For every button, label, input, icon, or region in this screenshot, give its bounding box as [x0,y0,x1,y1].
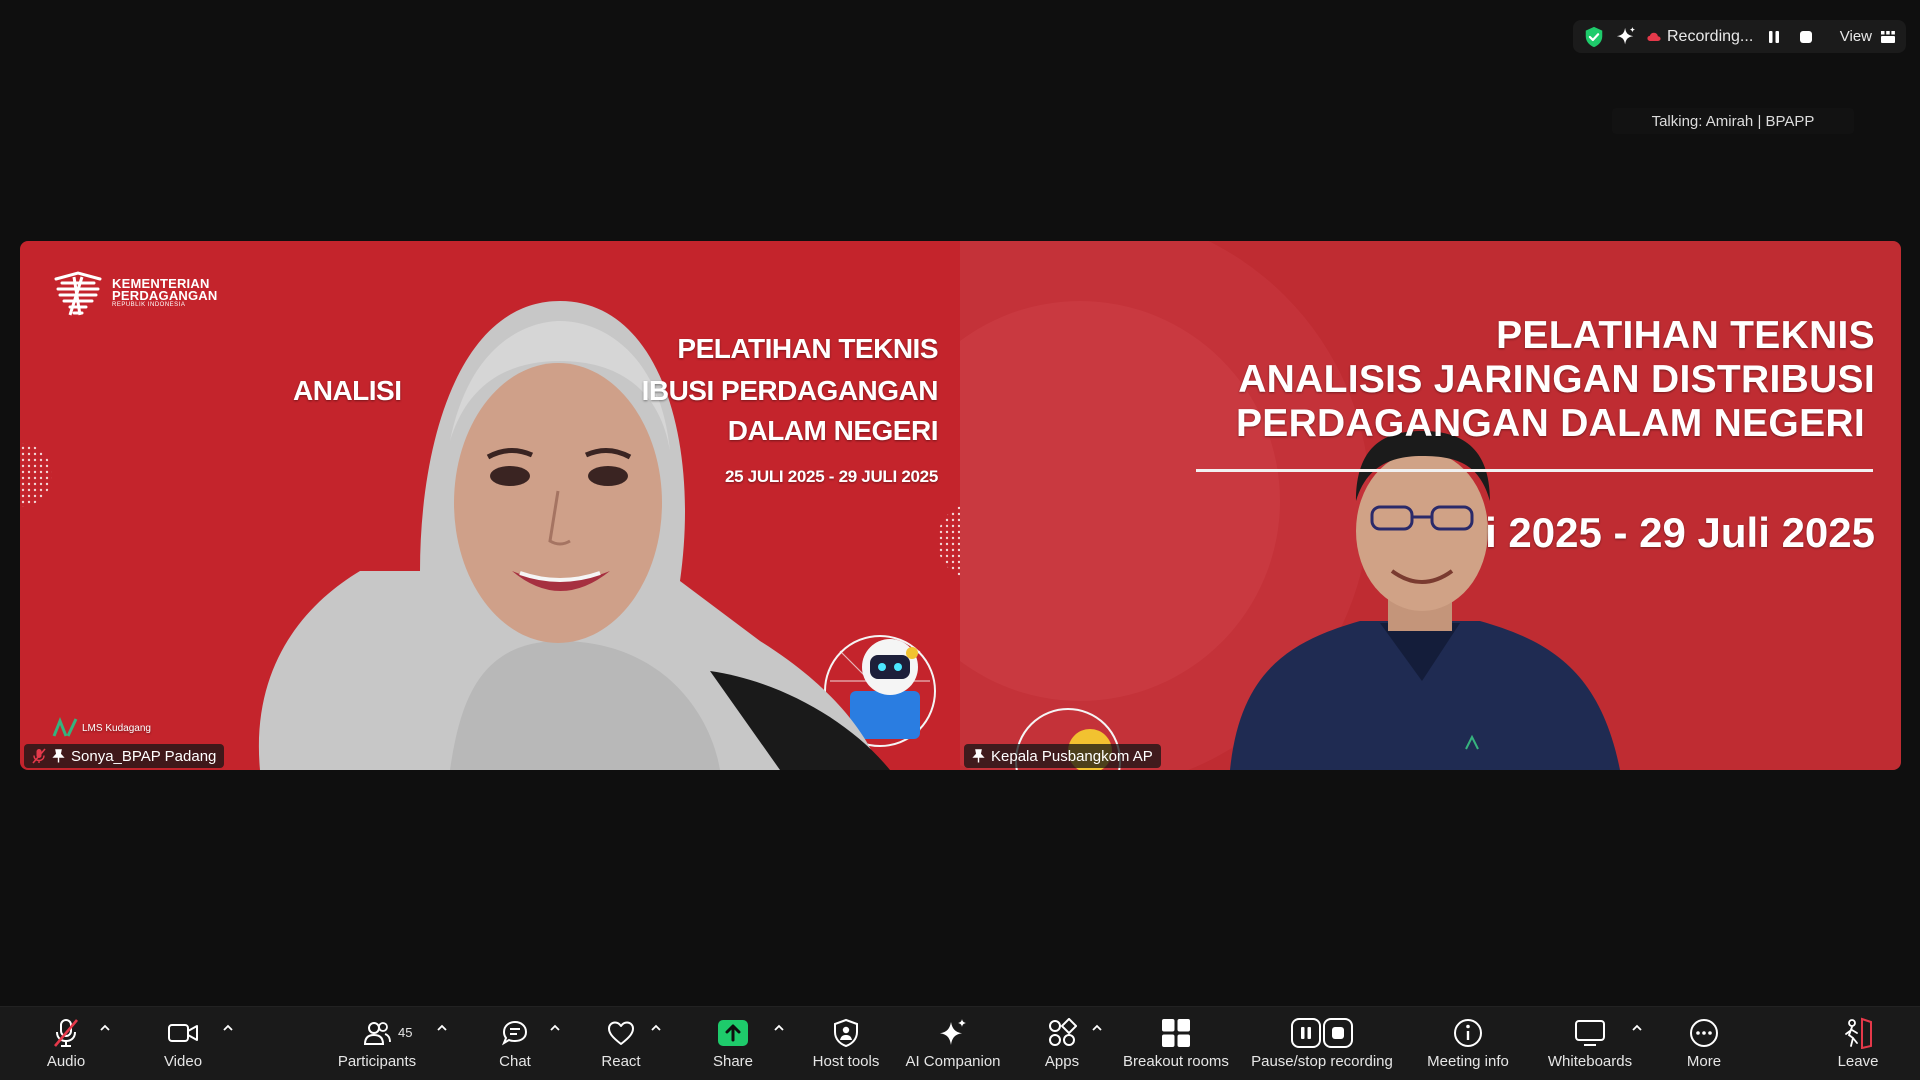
pause-stop-recording-icon [1291,1018,1353,1048]
participant-name-tag: Kepala Pusbangkom AP [964,744,1161,768]
slide-date: 25 JULI 2025 - 29 JULI 2025 [724,467,938,486]
view-menu-button[interactable]: View [1840,28,1896,45]
host-tools-label: Host tools [812,1053,880,1070]
breakout-rooms-button[interactable]: Breakout rooms [1120,1007,1232,1080]
participants-label: Participants [337,1053,417,1070]
lms-logo-text: LMS Kudagang [82,723,151,734]
leave-label: Leave [1837,1053,1879,1070]
spotlight-pin-icon [52,749,65,763]
chat-bubble-icon [501,1020,528,1046]
participants-icon [363,1022,391,1045]
slide-divider-line [1196,469,1873,472]
recording-indicator[interactable]: Recording... [1647,28,1753,46]
stop-recording-button[interactable] [1795,26,1817,48]
host-tools-button[interactable]: Host tools [806,1007,886,1080]
video-label: Video [163,1053,203,1070]
zoom-meeting-window: Recording... View Talking: Amirah | BPAP… [0,0,1920,1080]
slide-title-line-3: DALAM NEGERI [727,415,939,446]
meeting-status-bar: Recording... View [1573,20,1906,53]
info-icon [1454,1019,1482,1047]
muted-microphone-icon [54,1019,78,1047]
video-tile-kepala-pusbangkom[interactable]: PELATIHAN TEKNIS ANALISIS JARINGAN DISTR… [960,241,1901,770]
more-label: More [1686,1053,1722,1070]
whiteboard-icon [1575,1020,1605,1046]
react-options-chevron-up-icon[interactable] [650,1023,662,1033]
apps-grid-icon [1049,1018,1077,1046]
whiteboards-options-chevron-up-icon[interactable] [1631,1023,1643,1033]
meeting-info-label: Meeting info [1427,1053,1509,1070]
participant-name: Kepala Pusbangkom AP [991,747,1153,765]
meeting-info-button[interactable]: Meeting info [1420,1007,1516,1080]
participant-name-tag: Sonya_BPAP Padang [24,744,225,768]
slide-title-line-1: PELATIHAN TEKNIS [1496,314,1875,357]
pause-recording-button[interactable] [1763,26,1785,48]
ai-companion-label: AI Companion [905,1053,1001,1070]
grid-view-icon [1881,30,1895,43]
react-label: React [601,1053,641,1070]
participants-options-chevron-up-icon[interactable] [436,1023,448,1033]
chat-options-chevron-up-icon[interactable] [549,1023,561,1033]
participants-button[interactable]: Participants [334,1007,420,1080]
share-label: Share [712,1053,754,1070]
more-button[interactable]: More [1680,1007,1728,1080]
spotlight-pin-icon [972,749,985,763]
share-button[interactable]: Share [708,1007,758,1080]
breakout-rooms-label: Breakout rooms [1123,1053,1229,1070]
whiteboards-button[interactable]: Whiteboards [1544,1007,1636,1080]
breakout-rooms-icon [1162,1019,1190,1047]
apps-button[interactable]: Apps [1040,1007,1084,1080]
audio-button[interactable]: Audio [38,1007,94,1080]
logo-name-line-2: PERDAGANGAN [112,288,218,303]
host-shield-icon [834,1018,858,1048]
react-button[interactable]: React [598,1007,644,1080]
cloud-recording-icon [1647,32,1661,41]
talking-label: Talking: Amirah | BPAPP [1651,112,1815,130]
slide-title-line-3: PERDAGANGAN DALAM NEGERI [1235,402,1865,445]
meeting-controls-toolbar: Audio Video Participants 45 Chat React S… [0,1006,1920,1080]
slide-title-line-2-right: IBUSI PERDAGANGAN [641,375,939,406]
participants-count-badge: 45 [398,1025,413,1040]
video-camera-icon [168,1024,198,1042]
muted-microphone-icon [32,748,46,764]
chat-label: Chat [499,1053,531,1070]
audio-label: Audio [46,1053,86,1070]
slide-title-line-2-left: ANALISI [293,375,402,406]
ai-companion-button[interactable]: AI Companion [902,1007,1004,1080]
more-ellipsis-icon [1690,1019,1718,1047]
apps-label: Apps [1044,1053,1080,1070]
pause-stop-recording-label: Pause/stop recording [1251,1053,1393,1070]
whiteboards-label: Whiteboards [1547,1053,1633,1070]
pause-stop-recording-button[interactable]: Pause/stop recording [1248,1007,1396,1080]
slide-title-line-2: ANALISIS JARINGAN DISTRIBUSI [1238,358,1875,401]
video-tile-sonya[interactable]: KEMENTERIAN PERDAGANGAN REPUBLIK INDONES… [20,241,960,770]
leave-button[interactable]: Leave [1834,1007,1882,1080]
view-label: View [1839,28,1872,45]
ministry-emblem-icon [54,271,102,316]
kementerian-perdagangan-logo: KEMENTERIAN PERDAGANGAN REPUBLIK INDONES… [52,269,217,317]
ai-sparkle-icon[interactable] [1615,26,1637,48]
participant-video-feed [20,301,960,770]
video-gallery: KEMENTERIAN PERDAGANGAN REPUBLIK INDONES… [20,241,1901,770]
leave-door-icon [1845,1017,1872,1049]
share-screen-icon [718,1020,748,1046]
audio-options-chevron-up-icon[interactable] [99,1023,111,1033]
slide-date: i 2025 - 29 Juli 2025 [1485,509,1875,556]
share-options-chevron-up-icon[interactable] [773,1023,785,1033]
encryption-shield-icon[interactable] [1583,26,1605,48]
slide-title-line-1: PELATIHAN TEKNIS [677,333,938,364]
participant-name: Sonya_BPAP Padang [71,747,217,765]
pause-icon [1769,30,1780,43]
heart-icon [608,1021,634,1045]
recording-label: Recording... [1667,27,1754,45]
chat-button[interactable]: Chat [495,1007,535,1080]
ai-companion-sparkle-icon [940,1019,966,1045]
video-button[interactable]: Video [158,1007,208,1080]
active-speaker-indicator: Talking: Amirah | BPAPP [1612,108,1854,134]
video-options-chevron-up-icon[interactable] [222,1023,234,1033]
stop-icon [1800,30,1813,43]
apps-options-chevron-up-icon[interactable] [1091,1023,1103,1033]
